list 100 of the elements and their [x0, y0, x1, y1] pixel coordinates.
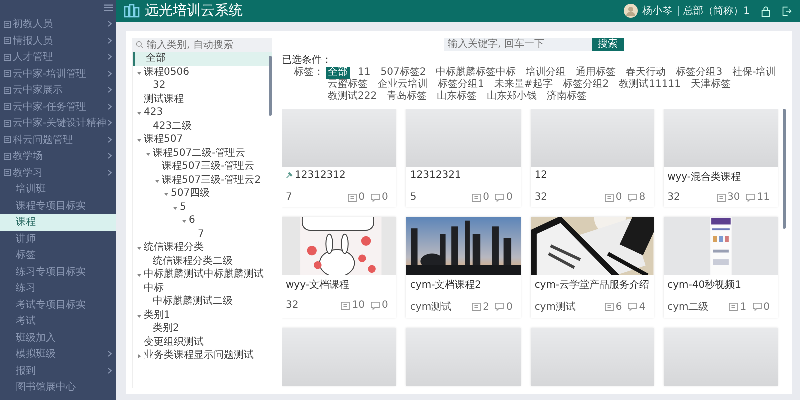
tag-chip[interactable]: 中标麒麟标签中标 — [434, 67, 518, 79]
course-card[interactable]: 12 32 0 8 — [530, 109, 654, 207]
tree-item[interactable]: 课程0506 — [133, 66, 272, 79]
caret-icon — [137, 354, 142, 359]
course-card[interactable] — [282, 328, 396, 386]
tree-item[interactable]: 变更组织测试 — [133, 336, 272, 349]
module-icon — [4, 152, 11, 160]
chevron-icon — [108, 70, 112, 77]
module-icon — [4, 86, 11, 94]
tag-chip[interactable]: 春天行动 — [624, 67, 668, 79]
course-card[interactable]: cym-云学堂产品服务介绍 cym测试 6 4 — [530, 217, 654, 318]
module-icon — [4, 70, 11, 78]
caret-icon — [182, 219, 187, 224]
avatar-icon[interactable] — [624, 4, 638, 18]
scrollbar[interactable] — [783, 109, 786, 229]
course-title: wyy-文档课程 — [286, 278, 350, 292]
module-icon — [4, 54, 11, 61]
search-icon — [136, 41, 144, 49]
tree-item[interactable]: 业务类课程显示问题测试 — [133, 349, 272, 362]
tag-chip[interactable]: 507标签2 — [378, 67, 428, 79]
course-card[interactable]: wyy-混合类课程 32 30 11 — [664, 109, 778, 207]
tree-item[interactable]: 6 — [133, 214, 272, 228]
search-button[interactable]: 搜索 — [592, 38, 624, 51]
tag-chip[interactable]: 济南标签 — [545, 91, 590, 103]
organization-name[interactable]: 总部（简称）1 — [684, 4, 750, 18]
keyword-field[interactable]: 输入关键字, 回车一下 — [444, 38, 592, 51]
lesson-count: 30 — [728, 192, 740, 203]
tree-item[interactable]: 类别1 — [133, 308, 272, 322]
tag-chip[interactable]: 培训分组 — [524, 67, 568, 79]
tag-chip[interactable]: 全部 — [326, 67, 350, 79]
course-card[interactable]: 12312312 7 0 0 — [282, 109, 396, 207]
tag-chip[interactable]: 标签分组2 — [560, 79, 612, 91]
course-card[interactable] — [406, 328, 521, 386]
tag-chip[interactable]: 标签分组3 — [674, 67, 725, 79]
books-icon — [124, 4, 140, 18]
tag-chip[interactable]: 天津标签 — [688, 79, 733, 91]
course-title: cym-40秒视频1 — [668, 278, 742, 292]
chevron-icon — [108, 54, 112, 60]
caret-icon — [164, 192, 169, 197]
tree-item[interactable]: 统信课程分类二级 — [133, 254, 272, 268]
tag-chip[interactable]: 山东郑小钱 — [485, 91, 540, 103]
tree-item[interactable]: 课程507三级-管理云2 — [133, 174, 272, 187]
course-title: cym-文档课程2 — [410, 278, 482, 292]
document-icon — [729, 303, 738, 311]
course-card[interactable]: 12312321 5 0 0 — [406, 109, 521, 207]
lesson-count: 2 — [483, 302, 490, 312]
course-card[interactable] — [664, 328, 778, 386]
tag-chip[interactable]: 通用标签 — [574, 67, 618, 79]
tree-item[interactable]: 7 — [133, 228, 272, 241]
module-icon — [4, 37, 11, 44]
tree-item[interactable]: 507四级 — [133, 187, 272, 200]
tree-item[interactable]: 课程507 — [133, 133, 272, 146]
tree-item[interactable]: 统信课程分类 — [133, 241, 272, 254]
document-icon — [604, 303, 614, 311]
course-title: 12312312 — [295, 170, 346, 181]
tag-chip[interactable]: 教测试11111 — [617, 79, 683, 91]
tree-item[interactable]: 测试课程 — [133, 92, 272, 106]
tag-chip[interactable]: 11 — [356, 67, 373, 79]
tag-chip[interactable]: 云蜜标签 — [326, 79, 370, 91]
tag-chip[interactable]: 社保-培训 — [730, 67, 778, 79]
tree-item[interactable]: 423 — [133, 106, 272, 120]
tag-chip[interactable]: 企业云培训 — [376, 79, 430, 91]
tree-item[interactable]: 32 — [133, 79, 272, 92]
lock-icon[interactable] — [761, 6, 771, 16]
document-icon — [604, 194, 614, 202]
tree-item[interactable]: 中标麒麟测试二级 — [133, 295, 272, 308]
course-owner: 5 — [410, 192, 417, 203]
course-title: cym-云学堂产品服务介绍 — [534, 278, 650, 292]
course-card[interactable]: cym-文档课程2 cym测试 2 0 — [406, 217, 521, 318]
comment-count: 0 — [506, 192, 513, 203]
tree-item[interactable]: 423二级 — [133, 120, 272, 133]
tag-chip[interactable]: 未来量#起字 — [492, 79, 555, 91]
tag-chip[interactable]: 教测试222 — [326, 91, 380, 103]
tag-chip[interactable]: 山东标签 — [435, 91, 480, 103]
tree-item[interactable]: 课程507三级-管理云 — [133, 160, 272, 174]
sidebar-item[interactable]: 课程 — [0, 214, 116, 230]
category-search-field[interactable]: 输入类别, 自动搜索 — [132, 38, 272, 52]
chevron-icon — [108, 136, 112, 143]
logout-icon[interactable] — [782, 6, 792, 16]
course-card[interactable]: cym-40秒视频1 cym二级 1 0 — [664, 217, 778, 318]
caret-icon — [137, 314, 142, 318]
tree-item[interactable]: 类别2 — [133, 322, 272, 336]
tree-item[interactable]: 全部 — [133, 52, 272, 66]
tree-item[interactable]: 5 — [133, 200, 272, 214]
comment-icon — [371, 302, 380, 310]
course-owner: 32 — [286, 300, 299, 311]
module-icon — [4, 169, 11, 176]
comment-count: 8 — [639, 192, 646, 203]
document-icon — [716, 194, 726, 202]
tree-item[interactable]: 中标麒麟测试中标麒麟测试中标 — [133, 268, 272, 295]
user-name[interactable]: 杨小琴 — [642, 4, 673, 18]
caret-icon — [155, 178, 160, 184]
course-owner: cym测试 — [410, 300, 452, 314]
course-card[interactable] — [530, 328, 654, 386]
tag-chip[interactable]: 标签分组1 — [436, 79, 486, 91]
menu-icon[interactable] — [104, 4, 113, 12]
tree-item[interactable]: 课程507二级-管理云 — [133, 146, 272, 160]
tag-chip[interactable]: 青岛标签 — [385, 91, 430, 103]
scrollbar[interactable] — [269, 56, 272, 116]
course-card[interactable]: wyy-文档课程 32 10 0 — [282, 217, 396, 318]
